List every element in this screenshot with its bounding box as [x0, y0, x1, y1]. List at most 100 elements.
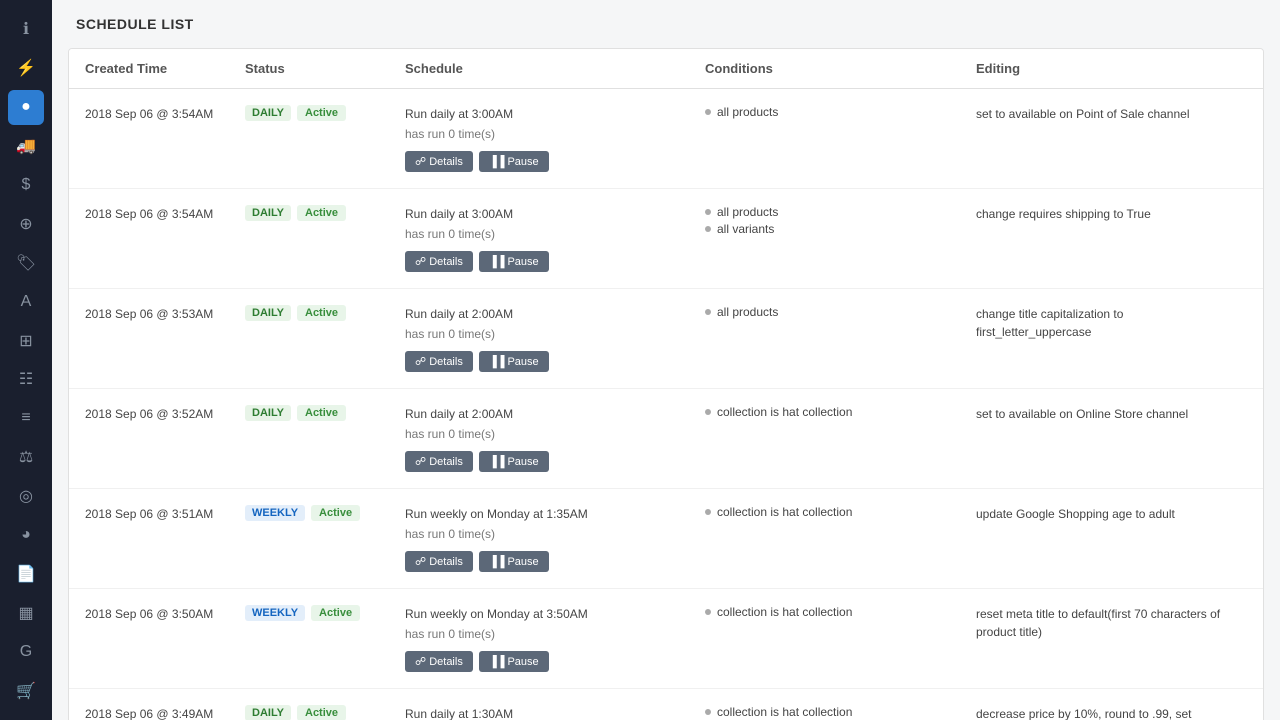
run-count: has run 0 time(s) [405, 425, 693, 443]
review-icon[interactable]: ◕ [8, 518, 44, 553]
condition-dot-icon [705, 509, 711, 515]
condition-text: collection is hat collection [717, 705, 852, 719]
conditions-cell: all products [705, 105, 976, 122]
created-time-cell: 2018 Sep 06 @ 3:50AM [85, 605, 245, 623]
list-alt-icon[interactable]: ☷ [8, 362, 44, 397]
page-header: SCHEDULE LIST [52, 0, 1280, 48]
frequency-badge: WEEKLY [245, 605, 305, 621]
doc-icon[interactable]: 📄 [8, 556, 44, 591]
conditions-cell: collection is hat collection [705, 405, 976, 422]
pause-button[interactable]: ▐▐ Pause [479, 251, 549, 272]
run-count: has run 0 time(s) [405, 325, 693, 343]
balance-icon[interactable]: ⚖ [8, 440, 44, 475]
page-title: SCHEDULE LIST [76, 16, 1256, 32]
frequency-badge: DAILY [245, 205, 291, 221]
condition-item: collection is hat collection [705, 705, 964, 719]
schedule-cell: Run daily at 2:00AMhas run 0 time(s)☍ De… [405, 405, 705, 472]
info-icon[interactable]: ℹ [8, 12, 44, 47]
details-button[interactable]: ☍ Details [405, 451, 473, 472]
details-button[interactable]: ☍ Details [405, 651, 473, 672]
editing-cell: change requires shipping to True [976, 205, 1247, 223]
condition-text: all products [717, 105, 778, 119]
status-cell: DAILY Active [245, 105, 405, 121]
table-row: 2018 Sep 06 @ 3:54AMDAILY Active Run daily… [69, 89, 1263, 189]
status-badge: Active [297, 205, 346, 221]
frequency-badge: DAILY [245, 105, 291, 121]
conditions-cell: all products [705, 305, 976, 322]
details-button[interactable]: ☍ Details [405, 251, 473, 272]
content-area: Created Time Status Schedule Conditions … [52, 48, 1280, 720]
tag-icon[interactable]: 🏷 [8, 245, 44, 280]
schedule-cell: Run weekly on Monday at 3:50AMhas run 0 … [405, 605, 705, 672]
globe-icon[interactable]: ● [8, 90, 44, 125]
condition-dot-icon [705, 226, 711, 232]
frequency-badge: WEEKLY [245, 505, 305, 521]
lightning-icon[interactable]: ⚡ [8, 51, 44, 86]
status-cell: WEEKLY Active [245, 505, 405, 521]
table-row: 2018 Sep 06 @ 3:51AMWEEKLY Active Run week… [69, 489, 1263, 589]
col-conditions: Conditions [705, 61, 976, 76]
dollar-icon[interactable]: $ [8, 168, 44, 203]
lines-icon[interactable]: ≡ [8, 401, 44, 436]
cart-icon[interactable]: 🛒 [8, 673, 44, 708]
conditions-cell: collection is hat collection [705, 505, 976, 522]
schedule-text: Run daily at 1:30AM [405, 705, 693, 720]
schedule-cell: Run weekly on Monday at 1:35AMhas run 0 … [405, 505, 705, 572]
schedule-table: Created Time Status Schedule Conditions … [68, 48, 1264, 720]
main-content: SCHEDULE LIST Created Time Status Schedu… [52, 0, 1280, 720]
status-badge: Active [311, 605, 360, 621]
pause-button[interactable]: ▐▐ Pause [479, 351, 549, 372]
schedule-text: Run daily at 3:00AM [405, 105, 693, 123]
col-editing: Editing [976, 61, 1247, 76]
condition-dot-icon [705, 409, 711, 415]
conditions-cell: collection is hat collectionall variants [705, 705, 976, 720]
condition-text: collection is hat collection [717, 605, 852, 619]
editing-cell: set to available on Point of Sale channe… [976, 105, 1247, 123]
g-icon[interactable]: G [8, 634, 44, 669]
created-time-cell: 2018 Sep 06 @ 3:54AM [85, 105, 245, 123]
editing-cell: change title capitalization to first_let… [976, 305, 1247, 341]
details-button[interactable]: ☍ Details [405, 351, 473, 372]
pause-button[interactable]: ▐▐ Pause [479, 651, 549, 672]
table-row: 2018 Sep 06 @ 3:54AMDAILYActiveRun daily… [69, 189, 1263, 289]
condition-dot-icon [705, 709, 711, 715]
condition-text: all products [717, 205, 778, 219]
schedule-text: Run daily at 2:00AM [405, 305, 693, 323]
status-badge: Active [311, 505, 360, 521]
eye-icon[interactable]: ◎ [8, 479, 44, 514]
condition-dot-icon [705, 109, 711, 115]
schedule-cell: Run daily at 3:00AMhas run 0 time(s)☍ De… [405, 105, 705, 172]
status-badge: Active [297, 305, 346, 321]
grid-icon[interactable]: ⊞ [8, 323, 44, 358]
status-badge: Active [297, 105, 346, 121]
tag-discount-icon[interactable]: ⊕ [8, 206, 44, 241]
pause-button[interactable]: ▐▐ Pause [479, 151, 549, 172]
frequency-badge: DAILY [245, 405, 291, 421]
truck-icon[interactable]: 🚚 [8, 129, 44, 164]
condition-text: collection is hat collection [717, 505, 852, 519]
col-created-time: Created Time [85, 61, 245, 76]
details-button[interactable]: ☍ Details [405, 151, 473, 172]
pause-button[interactable]: ▐▐ Pause [479, 551, 549, 572]
schedule-text: Run daily at 3:00AM [405, 205, 693, 223]
status-cell: DAILYActive [245, 305, 405, 321]
condition-item: all products [705, 105, 964, 119]
condition-dot-icon [705, 309, 711, 315]
status-badge: Active [297, 405, 346, 421]
editing-cell: set to available on Online Store channel [976, 405, 1247, 423]
pause-button[interactable]: ▐▐ Pause [479, 451, 549, 472]
schedule-text: Run weekly on Monday at 3:50AM [405, 605, 693, 623]
status-cell: DAILY Active [245, 405, 405, 421]
details-button[interactable]: ☍ Details [405, 551, 473, 572]
condition-item: collection is hat collection [705, 405, 964, 419]
text-icon[interactable]: A [8, 284, 44, 319]
conditions-cell: collection is hat collection [705, 605, 976, 622]
status-cell: DAILY Active [245, 205, 405, 221]
status-cell: WEEKLY Active [245, 605, 405, 621]
condition-item: all products [705, 305, 964, 319]
schedule-cell: Run daily at 2:00AM has run 0 time(s) ☍ De… [405, 305, 705, 372]
col-status: Status [245, 61, 405, 76]
created-time-cell: 2018 Sep 06 @ 3:51AM [85, 505, 245, 523]
table-body: 2018 Sep 06 @ 3:54AMDAILYActiveRun daily… [69, 89, 1263, 720]
barcode-icon[interactable]: ▦ [8, 595, 44, 630]
